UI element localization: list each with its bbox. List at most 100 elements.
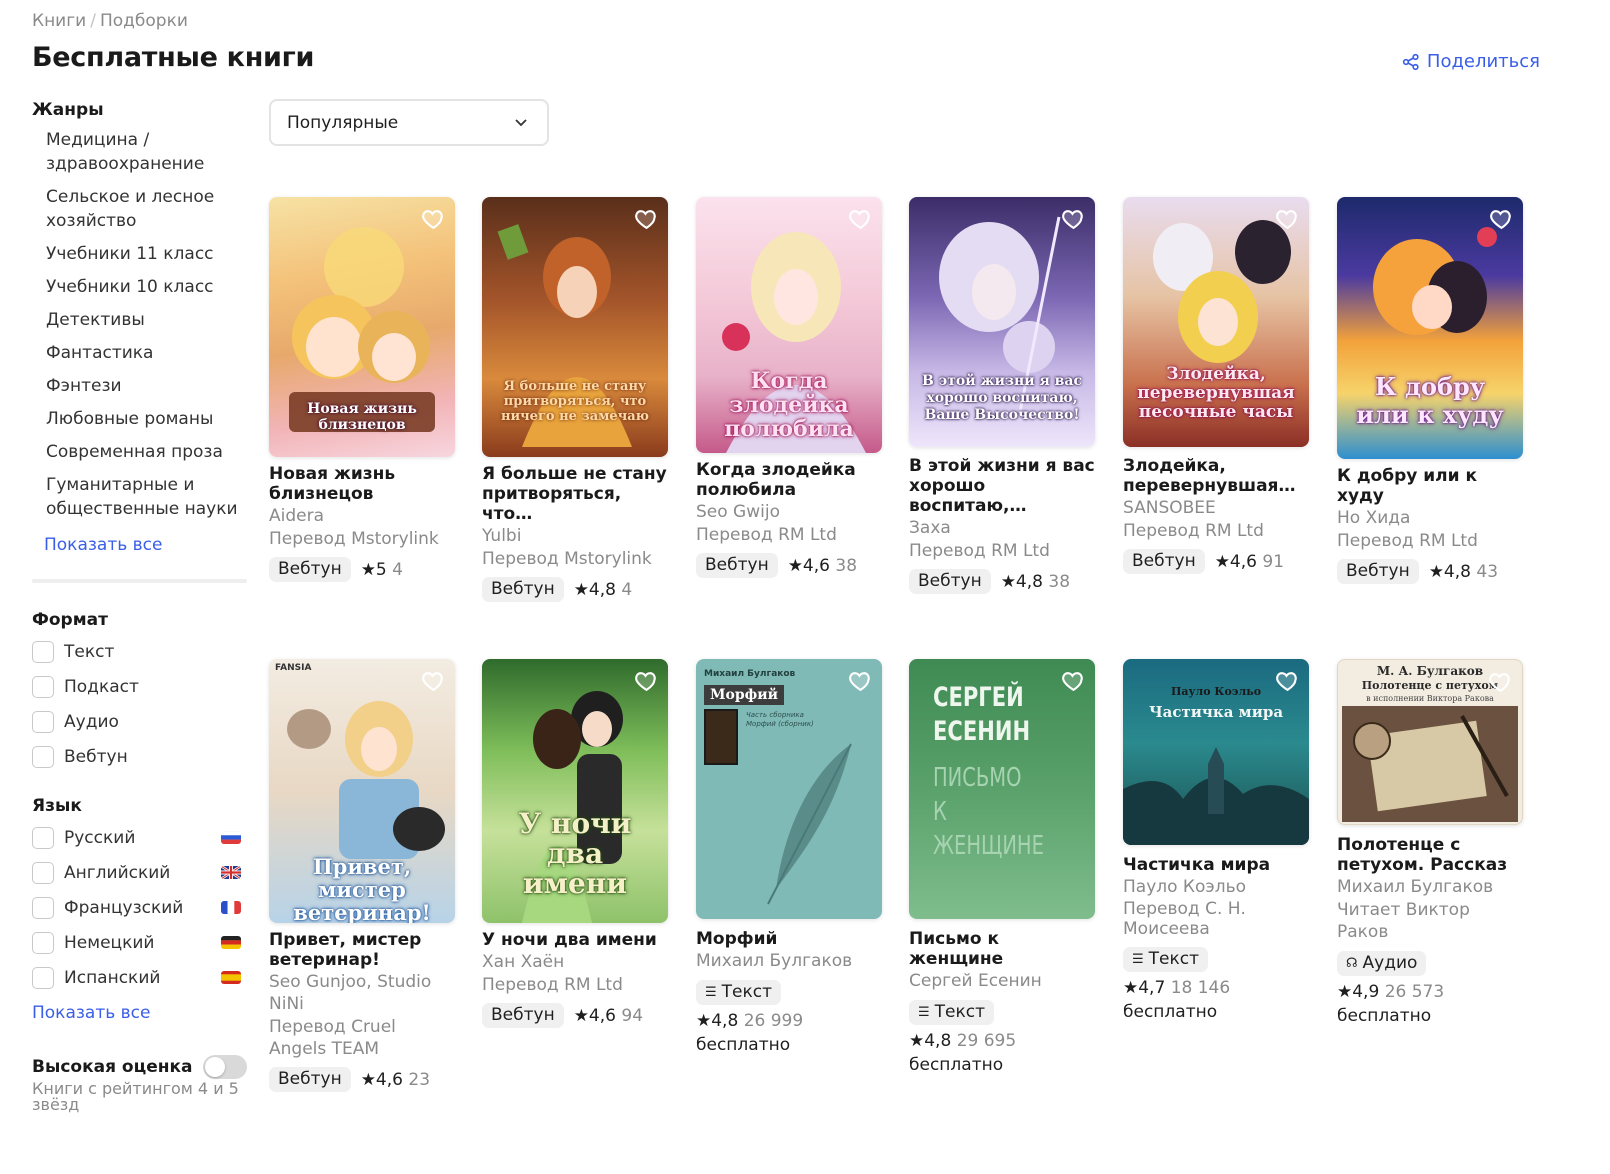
- book-author[interactable]: Но Хида: [1337, 507, 1523, 529]
- book-cover[interactable]: Пауло Коэльо Частичка мира: [1123, 659, 1309, 845]
- book-credit: Перевод RM Ltd: [1337, 531, 1478, 551]
- genre-item[interactable]: Фэнтези: [46, 374, 252, 398]
- book-author[interactable]: SANSOBEE: [1123, 497, 1309, 519]
- book-cover[interactable]: Я больше не стану притворяться, что ниче…: [482, 197, 668, 457]
- book-author[interactable]: Yulbi: [482, 525, 668, 547]
- genre-item[interactable]: Детективы: [46, 308, 252, 332]
- heart-icon[interactable]: [848, 206, 873, 231]
- cover-title: Я больше не стану притворяться, что ниче…: [501, 379, 649, 424]
- book-rating: ★4,6 91: [1215, 552, 1284, 572]
- genre-item[interactable]: Сельское и лесное хозяйство: [46, 185, 252, 233]
- book-author[interactable]: Заха: [909, 517, 1095, 539]
- cover-title: Новая жизнь близнецов: [307, 401, 417, 433]
- format-option-webtoon[interactable]: Вебтун: [32, 739, 247, 774]
- book-author[interactable]: Хан Хаён: [482, 951, 668, 973]
- language-label: Немецкий: [64, 932, 155, 953]
- book-title[interactable]: Я больше не стану притворяться, что…: [482, 464, 668, 524]
- format-option-audio[interactable]: Аудио: [32, 704, 247, 739]
- heart-icon[interactable]: [1275, 668, 1300, 693]
- book-author[interactable]: Михаил Булгаков: [1337, 876, 1523, 898]
- book-author[interactable]: Сергей Есенин: [909, 970, 1095, 992]
- format-checkbox[interactable]: [32, 710, 54, 733]
- language-checkbox[interactable]: [32, 826, 54, 849]
- genre-item[interactable]: Учебники 10 класс: [46, 275, 252, 299]
- heart-icon[interactable]: [1061, 206, 1086, 231]
- languages-show-all-link[interactable]: Показать все: [32, 1003, 252, 1023]
- language-label: Русский: [64, 827, 136, 848]
- rating-count: 26 573: [1384, 982, 1445, 1002]
- format-badge: Вебтун: [696, 553, 778, 578]
- heart-icon[interactable]: [421, 206, 446, 231]
- high-rating-toggle[interactable]: [203, 1055, 247, 1079]
- genre-item[interactable]: Современная проза: [46, 440, 252, 464]
- book-author[interactable]: Aidera: [269, 505, 455, 527]
- heart-icon[interactable]: [1488, 669, 1513, 694]
- cover-author: СЕРГЕЙ ЕСЕНИН: [933, 682, 1031, 747]
- feather-icon: [767, 743, 852, 905]
- book-credit: Перевод RM Ltd: [909, 541, 1050, 561]
- format-checkbox[interactable]: [32, 745, 54, 768]
- language-option-english[interactable]: Английский: [32, 855, 247, 890]
- book-card: Новая жизнь близнецов Новая жизнь близне…: [269, 197, 455, 582]
- format-label: Аудио: [64, 711, 119, 732]
- language-option-spanish[interactable]: Испанский: [32, 960, 247, 995]
- genre-item[interactable]: Медицина / здравоохранение: [46, 128, 252, 176]
- format-option-text[interactable]: Текст: [32, 634, 247, 669]
- language-option-russian[interactable]: Русский: [32, 820, 247, 855]
- book-title[interactable]: Когда злодейка полюбила: [696, 460, 882, 500]
- filters-sidebar: Жанры Медицина / здравоохранение Сельско…: [32, 100, 252, 1113]
- book-title[interactable]: К добру или к худу: [1337, 466, 1523, 506]
- heart-icon[interactable]: [634, 206, 659, 231]
- price-label: бесплатно: [1123, 1002, 1218, 1022]
- book-cover[interactable]: М. А. Булгаков Полотенце с петухом в исп…: [1337, 659, 1523, 825]
- breadcrumb-books-link[interactable]: Книги: [32, 11, 86, 31]
- language-checkbox[interactable]: [32, 966, 54, 989]
- genres-show-all-link[interactable]: Показать все: [44, 535, 252, 555]
- book-cover[interactable]: СЕРГЕЙ ЕСЕНИН ПИСЬМО К ЖЕНЩИНЕ: [909, 659, 1095, 919]
- heart-icon[interactable]: [421, 668, 446, 693]
- headphones-icon: ☊: [1346, 956, 1358, 971]
- genre-item[interactable]: Фантастика: [46, 341, 252, 365]
- book-cover[interactable]: К добру или к худу: [1337, 197, 1523, 459]
- genre-item[interactable]: Учебники 11 класс: [46, 242, 252, 266]
- book-title[interactable]: У ночи два имени: [482, 930, 668, 950]
- heart-icon[interactable]: [1061, 668, 1086, 693]
- book-title[interactable]: Злодейка, перевернувшая…: [1123, 456, 1309, 496]
- book-title[interactable]: Частичка мира: [1123, 855, 1309, 875]
- book-cover[interactable]: Новая жизнь близнецов: [269, 197, 455, 457]
- book-author[interactable]: Михаил Булгаков: [696, 950, 882, 972]
- book-cover[interactable]: У ночи два имени: [482, 659, 668, 923]
- heart-icon[interactable]: [1489, 206, 1514, 231]
- heart-icon[interactable]: [848, 668, 873, 693]
- book-title[interactable]: Полотенце с петухом. Рассказ: [1337, 835, 1523, 875]
- book-author[interactable]: Пауло Коэльо: [1123, 876, 1309, 898]
- rating-count: 29 695: [956, 1031, 1017, 1051]
- format-checkbox[interactable]: [32, 640, 54, 663]
- book-title[interactable]: Морфий: [696, 929, 882, 949]
- book-author[interactable]: Seo Gwijo: [696, 501, 882, 523]
- language-checkbox[interactable]: [32, 861, 54, 884]
- book-title[interactable]: В этой жизни я вас хорошо воспитаю,…: [909, 456, 1095, 516]
- language-checkbox[interactable]: [32, 896, 54, 919]
- book-cover[interactable]: FANSIA Привет, мистер ветеринар!: [269, 659, 455, 923]
- book-cover[interactable]: В этой жизни я вас хорошо воспитаю, Ваше…: [909, 197, 1095, 447]
- book-title[interactable]: Письмо к женщине: [909, 929, 1095, 969]
- breadcrumb-collections-link[interactable]: Подборки: [100, 11, 188, 31]
- book-title[interactable]: Привет, мистер ветеринар!: [269, 930, 455, 970]
- heart-icon[interactable]: [634, 668, 659, 693]
- genre-item[interactable]: Любовные романы: [46, 407, 252, 431]
- book-cover[interactable]: Михаил Булгаков Морфий Часть сборника Мо…: [696, 659, 882, 919]
- language-checkbox[interactable]: [32, 931, 54, 954]
- book-cover[interactable]: Когда злодейка полюбила: [696, 197, 882, 453]
- format-checkbox[interactable]: [32, 675, 54, 698]
- language-option-german[interactable]: Немецкий: [32, 925, 247, 960]
- format-option-podcast[interactable]: Подкаст: [32, 669, 247, 704]
- heart-icon[interactable]: [1275, 206, 1300, 231]
- genre-item[interactable]: Гуманитарные и общественные науки: [46, 473, 252, 521]
- language-option-french[interactable]: Французский: [32, 890, 247, 925]
- share-button[interactable]: Поделиться: [1402, 51, 1540, 72]
- book-author[interactable]: Seo Gunjoo, Studio NiNi: [269, 971, 455, 1015]
- book-cover[interactable]: Злодейка, перевернувшая песочные часы: [1123, 197, 1309, 447]
- sort-dropdown[interactable]: Популярные: [269, 99, 549, 146]
- book-title[interactable]: Новая жизнь близнецов: [269, 464, 455, 504]
